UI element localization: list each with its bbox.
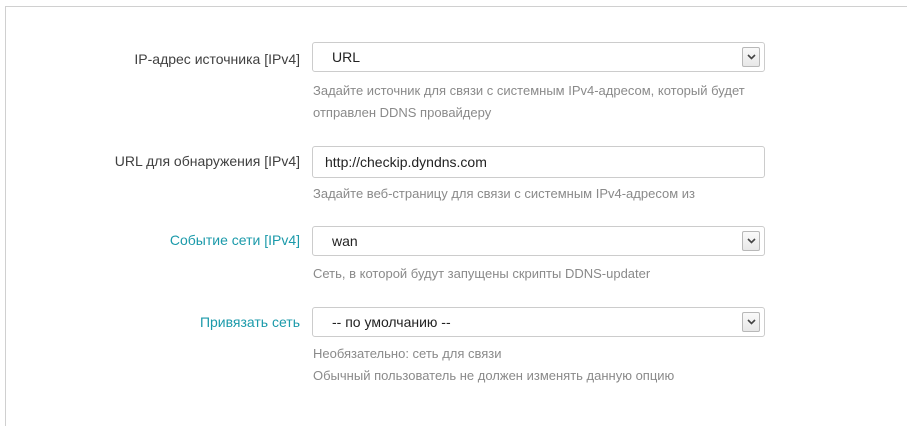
help-line: Сеть, в которой будут запущены скрипты D… — [313, 266, 651, 281]
field-help: Задайте веб-страницу для связи с системн… — [313, 183, 695, 205]
chevron-down-icon — [747, 54, 756, 60]
field-help: Необязательно: сеть для связи Обычный по… — [313, 343, 674, 387]
dropdown-button[interactable] — [742, 47, 760, 67]
input-value: http://checkip.dyndns.com — [325, 154, 487, 170]
field-label: URL для обнаружения [IPv4] — [114, 153, 300, 169]
field-help: Задайте источник для связи с системным I… — [313, 80, 745, 124]
field-label: Событие сети [IPv4] — [169, 232, 300, 248]
help-line: Необязательно: сеть для связи — [313, 346, 502, 361]
help-line: отправлен DDNS провайдеру — [313, 105, 492, 120]
help-line: Обычный пользователь не должен изменять … — [313, 368, 675, 383]
dropdown-button[interactable] — [742, 231, 760, 251]
help-line: Задайте веб-страницу для связи с системн… — [313, 186, 695, 201]
field-label: Привязать сеть — [199, 314, 300, 330]
field-help: Сеть, в которой будут запущены скрипты D… — [313, 263, 650, 285]
select-value: -- по умолчанию -- — [332, 314, 451, 330]
detect-url-input[interactable]: http://checkip.dyndns.com — [312, 146, 765, 178]
select-value: wan — [332, 233, 358, 249]
field-label: IP-адрес источника [IPv4] — [134, 51, 300, 67]
bind-network-select[interactable]: -- по умолчанию -- — [312, 307, 765, 337]
network-event-select[interactable]: wan — [312, 226, 765, 256]
dropdown-button[interactable] — [742, 312, 760, 332]
select-value: URL — [332, 49, 361, 65]
chevron-down-icon — [747, 238, 756, 244]
chevron-down-icon — [747, 319, 756, 325]
ip-source-select[interactable]: URL — [312, 42, 765, 72]
help-line: Задайте источник для связи с системным I… — [313, 83, 745, 98]
